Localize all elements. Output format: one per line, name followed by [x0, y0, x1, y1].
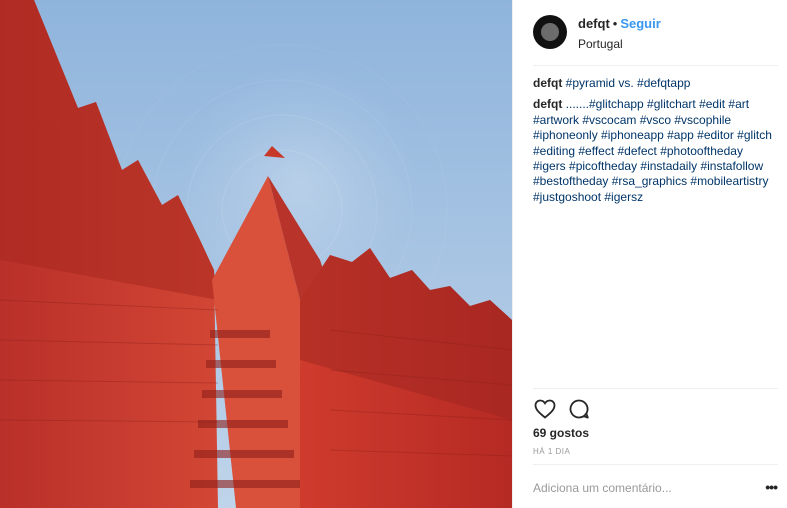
heart-icon[interactable] — [533, 397, 557, 421]
caption: defqt #pyramid vs. #defqtapp — [533, 76, 778, 91]
comment-bubble-icon[interactable] — [567, 397, 591, 421]
header-line: defqt • Seguir — [578, 16, 661, 32]
add-comment-input[interactable]: Adiciona um comentário... — [533, 481, 672, 495]
post-photo[interactable] — [0, 0, 512, 508]
location-link[interactable]: Portugal — [578, 37, 661, 51]
username-link[interactable]: defqt — [578, 16, 610, 31]
comment-text[interactable]: .......#glitchapp #glitchart #edit #art … — [533, 97, 772, 203]
post-sidebar: defqt • Seguir Portugal defqt #pyramid vs.… — [512, 0, 787, 508]
likes-count[interactable]: 69 gostos — [533, 426, 589, 440]
caption-username[interactable]: defqt — [533, 76, 562, 90]
post-time[interactable]: HÁ 1 DIA — [533, 447, 570, 456]
actions-divider — [533, 388, 778, 389]
follow-button[interactable]: Seguir — [620, 16, 660, 31]
post-header: defqt • Seguir Portugal — [533, 12, 778, 62]
comment-username[interactable]: defqt — [533, 97, 562, 111]
pyramid-photo — [0, 0, 512, 508]
header-divider — [533, 65, 778, 66]
action-bar — [533, 397, 601, 421]
avatar[interactable] — [533, 15, 567, 49]
more-options-icon[interactable]: ••• — [765, 479, 778, 495]
comment-item: defqt .......#glitchapp #glitchart #edit… — [533, 97, 778, 205]
instagram-post: defqt • Seguir Portugal defqt #pyramid vs.… — [0, 0, 787, 508]
header-text: defqt • Seguir Portugal — [578, 16, 661, 51]
caption-text[interactable]: #pyramid vs. #defqtapp — [566, 76, 691, 90]
separator-dot: • — [612, 16, 618, 31]
comment-divider — [533, 464, 778, 465]
comments-list: defqt #pyramid vs. #defqtapp defqt .....… — [533, 76, 778, 211]
